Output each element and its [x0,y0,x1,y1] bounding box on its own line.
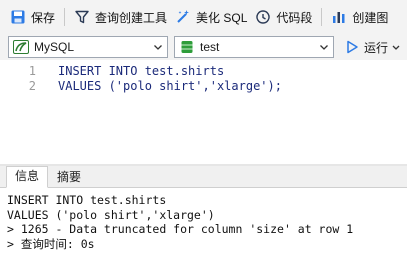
play-icon [344,39,360,55]
connection-value: MySQL [34,40,75,54]
tab-message[interactable]: 信息 [6,166,49,188]
query-builder-button[interactable]: 查询创建工具 [70,4,171,30]
beautify-sql-label: 美化 SQL [196,10,248,25]
database-value: test [200,40,220,54]
snippet-icon [255,9,271,25]
output-line: INSERT INTO test.shirts [7,193,167,207]
result-tabs: 信息 摘要 [0,166,407,188]
save-button[interactable]: 保存 [6,4,59,30]
output-line: > 查询时间: 0s [7,236,95,251]
output-line: VALUES ('polo shirt','xlarge') [7,207,215,222]
connection-select[interactable]: MySQL [8,36,168,58]
selector-bar: MySQL test 运行 [0,34,407,60]
bar-chart-icon [331,9,347,25]
message-output: INSERT INTO test.shirts VALUES ('polo sh… [0,188,407,260]
code-line: INSERT INTO test.shirts [58,64,225,78]
code-snippet-label: 代码段 [276,10,313,25]
run-label: 运行 [364,40,389,55]
toolbar-separator [64,8,66,26]
sql-editor[interactable]: 1 2 INSERT INTO test.shirts VALUES ('pol… [0,60,407,164]
toolbar-separator [321,8,323,26]
database-icon [179,39,195,55]
run-button[interactable]: 运行 [340,36,405,58]
query-builder-label: 查询创建工具 [95,10,168,25]
code-snippet-button[interactable]: 代码段 [251,4,316,30]
create-chart-button[interactable]: 创建图 [327,4,392,30]
create-chart-label: 创建图 [352,10,389,25]
magic-wand-icon [175,9,191,25]
line-number: 2 [28,79,36,93]
save-label: 保存 [31,10,56,25]
tab-summary[interactable]: 摘要 [48,167,90,187]
database-select[interactable]: test [174,36,334,58]
code-line: VALUES ('polo shirt','xlarge'); [58,79,282,93]
line-number: 1 [28,64,36,78]
chevron-down-icon [318,40,330,57]
main-toolbar: 保存 查询创建工具 美化 SQL 代码段 创建图 [0,0,407,34]
filter-icon [74,9,90,25]
output-line: > 1265 - Data truncated for column 'size… [7,222,354,236]
line-number-gutter: 1 2 [0,64,44,94]
code-area[interactable]: INSERT INTO test.shirts VALUES ('polo sh… [58,64,282,94]
beautify-sql-button[interactable]: 美化 SQL [171,4,251,30]
chevron-down-icon [152,40,164,57]
chevron-down-icon[interactable] [391,39,401,55]
save-icon [10,9,26,25]
mysql-connection-icon [13,39,29,55]
